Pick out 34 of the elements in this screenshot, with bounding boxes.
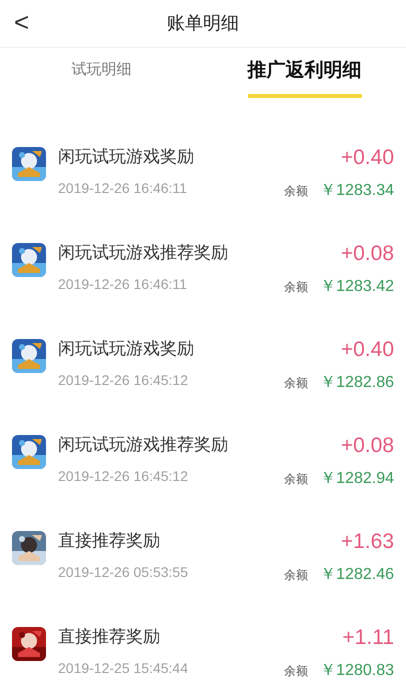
balance: ￥1280.83 (320, 661, 394, 681)
balance-label: 余额 (284, 183, 308, 200)
amount: +0.08 (340, 433, 394, 460)
record-title: 闲玩试玩游戏推荐奖励 (58, 242, 228, 266)
balance-label: 余额 (284, 663, 308, 680)
record-time: 2019-12-26 16:45:12 (58, 370, 188, 390)
balance: ￥1283.42 (320, 277, 394, 297)
record-title: 闲玩试玩游戏奖励 (58, 146, 194, 170)
balance-label: 余额 (284, 375, 308, 392)
record-time: 2019-12-26 16:46:11 (58, 274, 187, 294)
balance-label: 余额 (284, 567, 308, 584)
record-time: 2019-12-26 16:45:12 (58, 466, 188, 486)
balance: ￥1282.86 (320, 373, 394, 393)
tab[interactable]: 试玩明细 (72, 50, 132, 98)
tab[interactable]: 推广返利明细 (248, 48, 362, 98)
record-title: 闲玩试玩游戏推荐奖励 (58, 434, 228, 458)
record-title: 直接推荐奖励 (58, 626, 160, 650)
balance: ￥1282.46 (320, 565, 394, 585)
amount: +1.63 (340, 529, 394, 556)
record-title: 直接推荐奖励 (58, 530, 160, 554)
amount: +0.40 (340, 145, 394, 172)
balance: ￥1282.94 (320, 469, 394, 489)
back-button[interactable]: < (14, 6, 30, 38)
record-time: 2019-12-26 16:46:11 (58, 178, 187, 198)
amount: +0.08 (340, 241, 394, 268)
record-time: 2019-12-26 05:53:55 (58, 562, 188, 582)
amount: +0.40 (340, 337, 394, 364)
record-time: 2019-12-25 15:45:44 (58, 658, 188, 678)
amount: +1.11 (342, 625, 394, 652)
record-title: 闲玩试玩游戏奖励 (58, 338, 194, 362)
balance-label: 余额 (284, 279, 308, 296)
balance: ￥1283.34 (320, 181, 394, 201)
page-title: 账单明细 (167, 12, 239, 36)
balance-label: 余额 (284, 471, 308, 488)
